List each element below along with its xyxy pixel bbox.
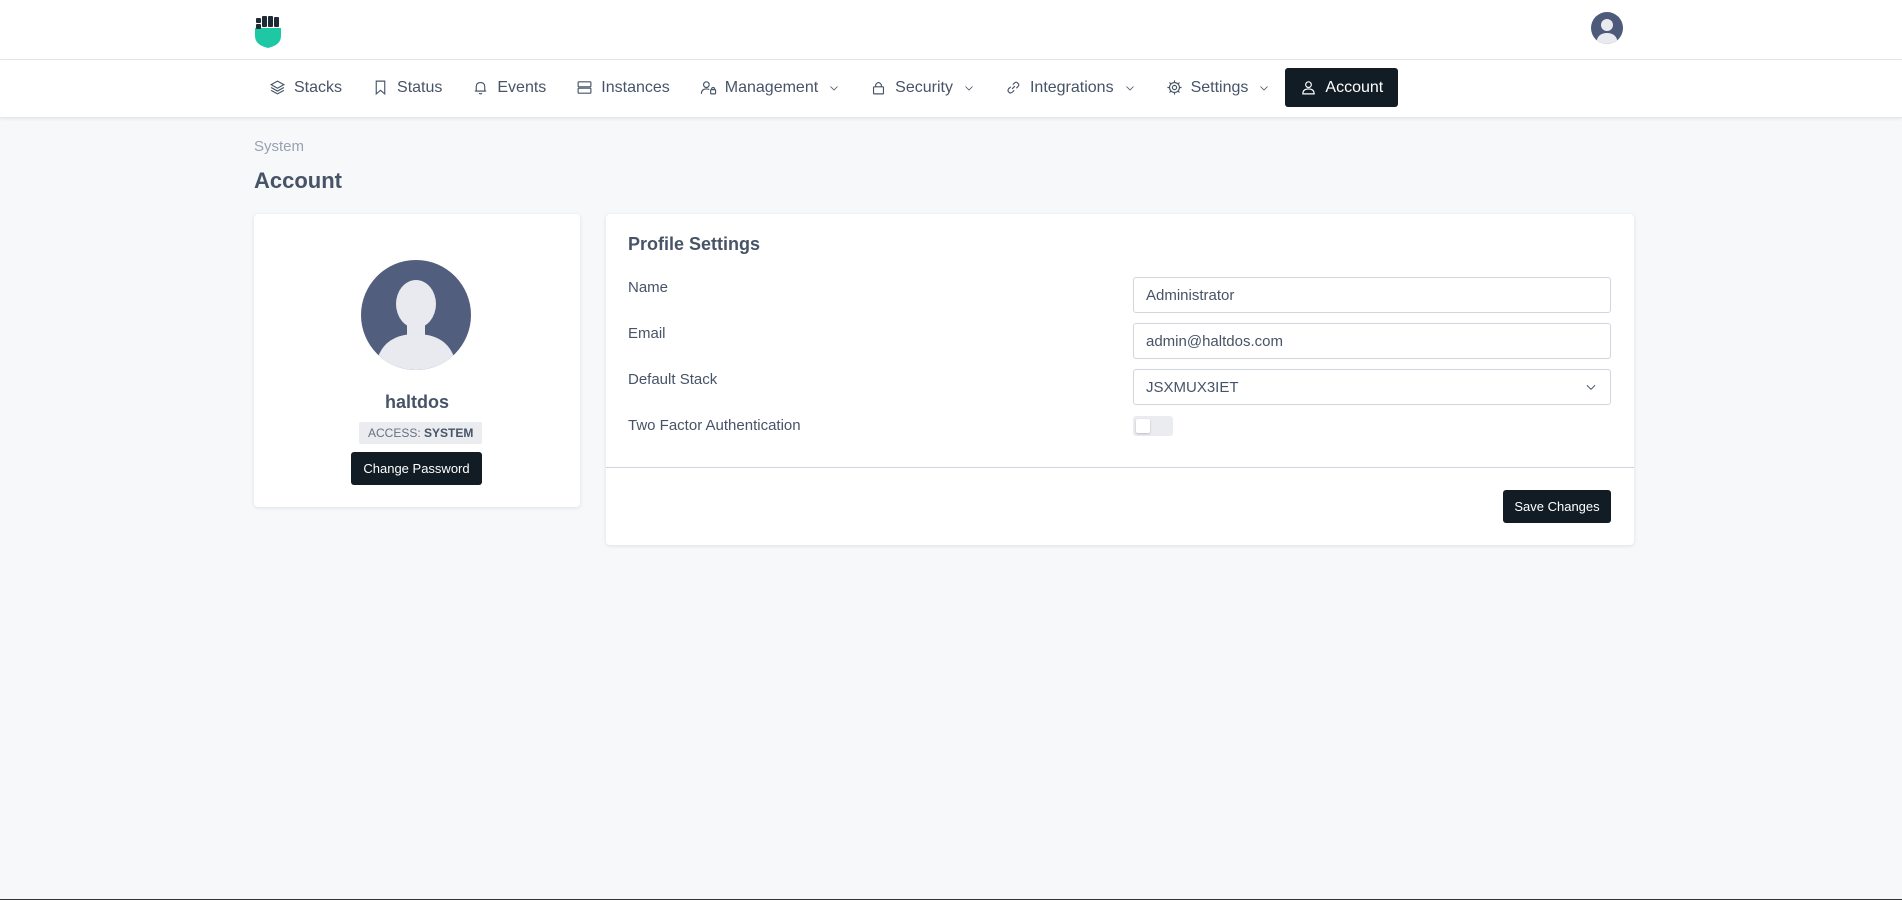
- chevron-down-icon: [1586, 384, 1596, 390]
- lock-icon: [873, 81, 885, 95]
- nav-item-account[interactable]: Account: [1285, 68, 1399, 107]
- email-field[interactable]: [1133, 323, 1611, 359]
- profile-username: haltdos: [384, 392, 449, 412]
- gear-icon: [1166, 80, 1182, 95]
- user-avatar-icon[interactable]: [1591, 12, 1623, 44]
- breadcrumb[interactable]: System: [254, 138, 304, 155]
- nav-item-label: Events: [497, 78, 547, 96]
- nav-item-management[interactable]: Management: [685, 68, 855, 107]
- page-title: Account: [254, 168, 342, 193]
- nav-item-events[interactable]: Events: [457, 68, 561, 107]
- profile-card: haltdos ACCESS: SYSTEM Change Password: [254, 214, 580, 507]
- profile-settings-card: Profile Settings Name Email Default Stac…: [606, 214, 1634, 545]
- nav-item-label: Security: [895, 78, 953, 96]
- bookmark-icon: [375, 80, 386, 96]
- nav-item-integrations[interactable]: Integrations: [990, 68, 1151, 107]
- name-field[interactable]: [1133, 277, 1611, 313]
- settings-title: Profile Settings: [628, 234, 761, 254]
- email-label: Email: [628, 325, 666, 342]
- nav-item-label: Management: [724, 78, 819, 96]
- nav-item-label: Account: [1325, 78, 1384, 96]
- save-changes-button[interactable]: Save Changes: [1503, 490, 1611, 523]
- chevron-down-icon: [1260, 85, 1269, 91]
- name-label: Name: [628, 279, 669, 296]
- access-badge-value: SYSTEM: [424, 426, 474, 440]
- access-badge-label: ACCESS:: [368, 426, 421, 440]
- chevron-down-icon: [1125, 85, 1134, 91]
- chevron-down-icon: [965, 85, 973, 91]
- default-stack-select[interactable]: JSXMUX3IET: [1133, 369, 1611, 405]
- nav-item-label: Settings: [1190, 78, 1249, 96]
- nav-item-security[interactable]: Security: [855, 68, 990, 107]
- nav-item-label: Stacks: [294, 78, 343, 96]
- two-factor-toggle[interactable]: [1133, 416, 1173, 436]
- nav-item-status[interactable]: Status: [357, 68, 457, 107]
- user-lock-icon: [700, 81, 716, 95]
- fist-shield-logo[interactable]: [254, 16, 282, 48]
- top-bar: [0, 0, 1902, 60]
- user-icon: [1302, 81, 1316, 95]
- bell-icon: [475, 81, 487, 95]
- nav-item-stacks[interactable]: Stacks: [254, 68, 357, 107]
- divider: [606, 467, 1634, 468]
- nav-item-settings[interactable]: Settings: [1151, 68, 1286, 107]
- nav-item-label: Integrations: [1029, 78, 1114, 96]
- default-stack-label: Default Stack: [628, 371, 718, 388]
- nav-item-label: Instances: [601, 78, 670, 96]
- main-nav: Stacks Status Events Instances Managemen…: [0, 60, 1902, 118]
- toggle-knob: [1136, 419, 1150, 433]
- nav-item-instances[interactable]: Instances: [561, 68, 684, 107]
- profile-avatar-icon: [361, 260, 471, 370]
- nav-item-label: Status: [397, 78, 443, 96]
- two-factor-label: Two Factor Authentication: [628, 417, 801, 434]
- link-icon: [1007, 81, 1020, 94]
- access-badge: ACCESS: SYSTEM: [359, 422, 483, 444]
- layers-icon: [269, 80, 286, 95]
- change-password-button[interactable]: Change Password: [351, 452, 482, 485]
- default-stack-value: JSXMUX3IET: [1146, 378, 1239, 396]
- server-icon: [577, 81, 592, 94]
- chevron-down-icon: [830, 85, 838, 91]
